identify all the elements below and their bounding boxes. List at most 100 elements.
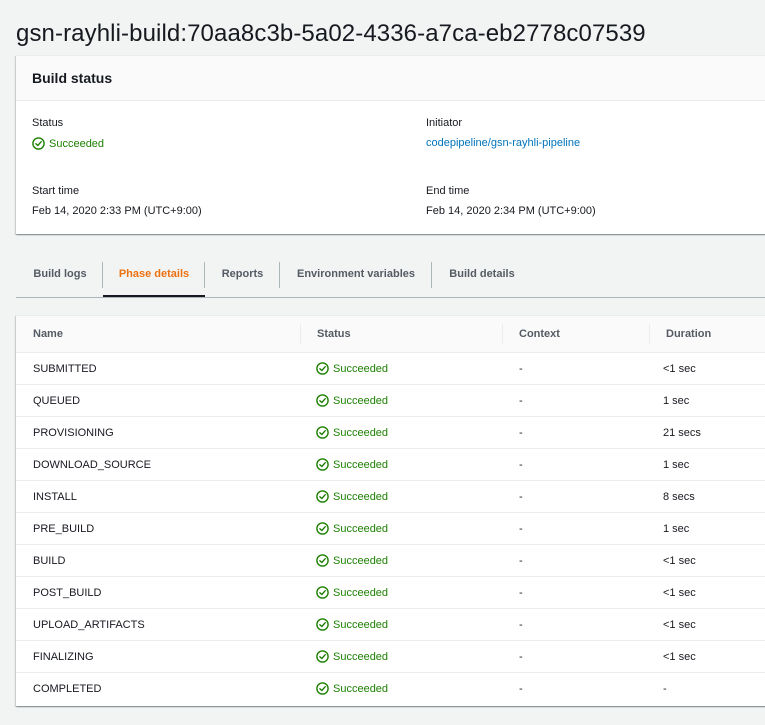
end-time-field: End time Feb 14, 2020 2:34 PM (UTC+9:00) bbox=[426, 185, 596, 217]
tab-reports[interactable]: Reports bbox=[205, 260, 280, 288]
start-time-label: Start time bbox=[32, 185, 80, 197]
phase-duration: <1 sec bbox=[649, 576, 765, 609]
phase-status: Succeeded bbox=[300, 416, 502, 449]
end-time-value: Feb 14, 2020 2:34 PM (UTC+9:00) bbox=[426, 205, 596, 217]
phase-duration: 21 secs bbox=[649, 416, 765, 449]
status-text: Succeeded bbox=[49, 137, 105, 150]
phase-name: DOWNLOAD_SOURCE bbox=[16, 448, 300, 481]
start-time-field: Start time Feb 14, 2020 2:33 PM (UTC+9:0… bbox=[32, 185, 202, 217]
phase-status-text: Succeeded bbox=[333, 650, 389, 663]
phase-name: PRE_BUILD bbox=[16, 512, 300, 545]
phase-duration: 1 sec bbox=[649, 448, 765, 481]
phase-status-text: Succeeded bbox=[333, 682, 389, 695]
phase-context: - bbox=[519, 682, 523, 695]
phase-name: BUILD bbox=[16, 544, 300, 577]
column-header-duration[interactable]: Duration bbox=[649, 316, 765, 353]
phase-name: FINALIZING bbox=[16, 640, 300, 673]
tab-phase-details[interactable]: Phase details bbox=[103, 260, 205, 288]
initiator-link[interactable]: codepipeline/gsn-rayhli-pipeline bbox=[426, 137, 580, 149]
phase-duration: <1 sec bbox=[649, 608, 765, 641]
build-status-heading: Build status bbox=[32, 70, 113, 86]
phase-status: Succeeded bbox=[300, 384, 502, 417]
column-header-status[interactable]: Status bbox=[300, 316, 502, 353]
check-circle-icon bbox=[316, 522, 329, 535]
phase-name: PROVISIONING bbox=[16, 416, 300, 449]
phase-name: SUBMITTED bbox=[16, 352, 300, 385]
check-circle-icon bbox=[316, 682, 329, 695]
check-circle-icon bbox=[32, 137, 45, 150]
column-header-name[interactable]: Name bbox=[16, 316, 300, 353]
phase-status: Succeeded bbox=[300, 608, 502, 641]
build-status-panel: Build status Status Succeeded Initiator … bbox=[16, 55, 765, 234]
tab-environment-variables[interactable]: Environment variables bbox=[280, 260, 432, 288]
check-circle-icon bbox=[316, 490, 329, 503]
phase-status: Succeeded bbox=[300, 576, 502, 609]
phase-status-text: Succeeded bbox=[333, 490, 389, 503]
phase-context: - bbox=[502, 416, 649, 449]
phase-context: - bbox=[502, 352, 649, 385]
check-circle-icon bbox=[316, 586, 329, 599]
build-status-header: Build status bbox=[16, 56, 765, 101]
check-circle-icon bbox=[316, 458, 329, 471]
phase-context: - bbox=[502, 608, 649, 641]
phase-status-text: Succeeded bbox=[333, 554, 389, 567]
phase-duration: - bbox=[663, 682, 667, 695]
table-row: DOWNLOAD_SOURCE Succeeded -1 sec bbox=[16, 448, 765, 481]
phase-name: QUEUED bbox=[16, 384, 300, 417]
check-circle-icon bbox=[316, 650, 329, 663]
initiator-field: Initiator codepipeline/gsn-rayhli-pipeli… bbox=[426, 117, 580, 149]
phase-duration: 1 sec bbox=[649, 512, 765, 545]
phase-duration: 1 sec bbox=[649, 384, 765, 417]
phase-context: - bbox=[502, 512, 649, 545]
check-circle-icon bbox=[316, 394, 329, 407]
table-row: BUILD Succeeded - <1 sec bbox=[16, 544, 765, 577]
phase-context: - bbox=[502, 384, 649, 417]
status-field: Status Succeeded bbox=[32, 117, 104, 150]
phase-name: POST_BUILD bbox=[16, 576, 300, 609]
page-title: gsn-rayhli-build:70aa8c3b-5a02-4336-a7ca… bbox=[16, 20, 646, 48]
end-time-label: End time bbox=[426, 185, 470, 197]
phase-details-table: Name Status Context Duration SUBMITTED Su… bbox=[16, 316, 765, 704]
phase-duration: <1 sec bbox=[649, 544, 765, 577]
table-row: UPLOAD_ARTIFACTS Succeeded - <1 sec bbox=[16, 608, 765, 641]
phase-status: Succeeded bbox=[300, 673, 502, 705]
phase-name: INSTALL bbox=[16, 480, 300, 513]
phase-context: - bbox=[502, 576, 649, 609]
phase-status-text: Succeeded bbox=[333, 586, 389, 599]
phase-duration: 8 secs bbox=[649, 480, 765, 513]
start-time-value: Feb 14, 2020 2:33 PM (UTC+9:00) bbox=[32, 205, 202, 217]
phase-context: - bbox=[502, 640, 649, 673]
phase-status-text: Succeeded bbox=[333, 522, 389, 535]
phase-details-panel: Name Status Context Duration SUBMITTED Su… bbox=[16, 315, 765, 706]
check-circle-icon bbox=[316, 362, 329, 375]
phase-status: Succeeded bbox=[300, 480, 502, 513]
phase-status-text: Succeeded bbox=[333, 362, 389, 375]
table-row: SUBMITTED Succeeded - <1 sec bbox=[16, 352, 765, 385]
active-tab-indicator bbox=[103, 295, 205, 297]
phase-status-text: Succeeded bbox=[333, 458, 389, 471]
phase-context: - bbox=[502, 480, 649, 513]
column-header-context[interactable]: Context bbox=[502, 316, 649, 353]
table-row: INSTALL Succeeded -8 secs bbox=[16, 480, 765, 513]
phase-status: Succeeded bbox=[300, 512, 502, 545]
phase-status-text: Succeeded bbox=[333, 618, 389, 631]
phase-name: UPLOAD_ARTIFACTS bbox=[16, 608, 300, 641]
phase-status: Succeeded bbox=[300, 352, 502, 385]
status-label: Status bbox=[32, 117, 64, 129]
table-row: POST_BUILD Succeeded - <1 sec bbox=[16, 576, 765, 609]
tab-build-details[interactable]: Build details bbox=[432, 260, 532, 288]
phase-duration: <1 sec bbox=[649, 640, 765, 673]
phase-context: - bbox=[502, 448, 649, 481]
initiator-label: Initiator bbox=[426, 117, 463, 129]
phase-status-text: Succeeded bbox=[333, 426, 389, 439]
tab-build-logs[interactable]: Build logs bbox=[16, 260, 104, 288]
check-circle-icon bbox=[316, 618, 329, 631]
table-row: COMPLETED Succeeded - - bbox=[16, 673, 765, 705]
phase-status: Succeeded bbox=[300, 640, 502, 673]
table-row: FINALIZING Succeeded - <1 sec bbox=[16, 640, 765, 673]
table-row: PROVISIONING Succeeded -21 secs bbox=[16, 416, 765, 449]
phase-status-text: Succeeded bbox=[333, 394, 389, 407]
check-circle-icon bbox=[316, 426, 329, 439]
table-header-row: Name Status Context Duration bbox=[16, 316, 765, 353]
table-row: QUEUED Succeeded -1 sec bbox=[16, 384, 765, 417]
